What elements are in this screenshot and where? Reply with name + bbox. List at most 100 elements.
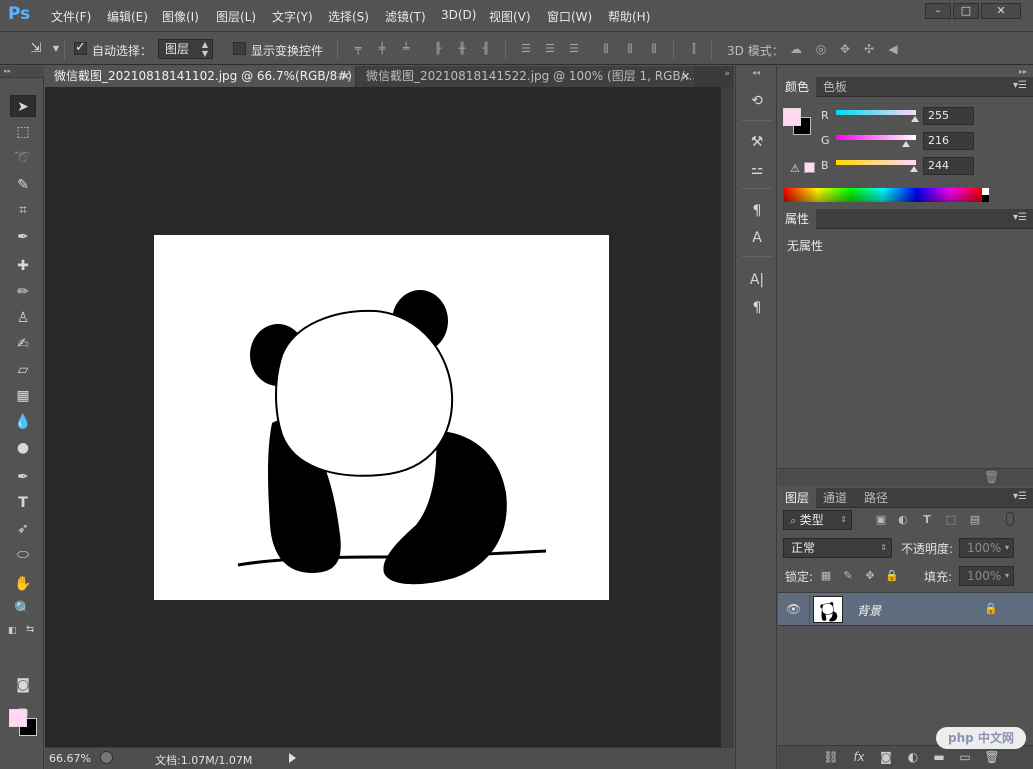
lock-transparent-icon[interactable]: ▦ bbox=[819, 569, 833, 583]
trash-icon[interactable]: 🗑 bbox=[984, 470, 999, 484]
path-selection-tool-icon[interactable]: ➶ bbox=[10, 518, 36, 540]
filter-type-icon[interactable]: T bbox=[920, 513, 934, 527]
gamut-color-swatch[interactable] bbox=[804, 162, 815, 173]
distribute-left-icon[interactable]: ⫼ bbox=[599, 43, 613, 55]
g-slider[interactable] bbox=[836, 135, 916, 140]
menu-image[interactable]: 图像(I) bbox=[162, 8, 199, 25]
lock-image-icon[interactable]: ✎ bbox=[841, 569, 855, 583]
menu-view[interactable]: 视图(V) bbox=[489, 8, 531, 25]
out-of-gamut-warning-icon[interactable]: ⚠ bbox=[790, 162, 800, 175]
filter-shape-icon[interactable]: ⬚ bbox=[944, 513, 958, 527]
layer-filter-dropdown[interactable]: ⌕ 类型 ⇕ bbox=[783, 510, 852, 530]
type-tool-icon[interactable]: T bbox=[10, 492, 36, 514]
menu-select[interactable]: 选择(S) bbox=[328, 8, 369, 25]
eyedropper-tool-icon[interactable]: ✒ bbox=[10, 226, 36, 248]
distribute-hcenter-icon[interactable]: ⫼ bbox=[623, 43, 637, 55]
default-colors-icon[interactable]: ◧ bbox=[8, 626, 17, 636]
filter-smart-object-icon[interactable]: ▤ bbox=[968, 513, 982, 527]
filter-toggle-switch[interactable] bbox=[1006, 512, 1014, 526]
ellipse-tool-icon[interactable]: ⬭ bbox=[10, 544, 36, 566]
menu-layer[interactable]: 图层(L) bbox=[216, 8, 256, 25]
tab-channels[interactable]: 通道 bbox=[816, 488, 854, 508]
tab-swatches[interactable]: 色板 bbox=[816, 77, 854, 97]
dock-collapse-icon[interactable]: ◂◂ bbox=[752, 68, 760, 77]
delete-layer-icon[interactable]: 🗑 bbox=[984, 750, 1000, 764]
fill-field[interactable]: 100% ▾ bbox=[959, 566, 1014, 586]
color-spectrum-ramp[interactable] bbox=[784, 188, 982, 202]
paragraph-styles-panel-icon[interactable]: ¶ bbox=[746, 201, 768, 221]
tool-preset-panel-icon[interactable]: ⚍ bbox=[746, 160, 768, 180]
r-value-field[interactable]: 255 bbox=[923, 107, 974, 125]
lasso-tool-icon[interactable]: ➰ bbox=[10, 147, 36, 169]
history-brush-tool-icon[interactable]: ✍ bbox=[10, 333, 36, 355]
close-window-button[interactable]: ✕ bbox=[981, 3, 1021, 19]
b-slider-thumb[interactable] bbox=[910, 166, 918, 172]
distribute-bottom-icon[interactable]: ☰ bbox=[567, 43, 581, 55]
tab-document-2[interactable]: 微信截图_20210818141522.jpg @ 100% (图层 1, RG… bbox=[357, 66, 694, 87]
paragraph-panel-icon[interactable]: ¶ bbox=[746, 298, 768, 318]
document-canvas[interactable] bbox=[154, 235, 609, 600]
panels-collapse-icon[interactable]: ▸▸ bbox=[1019, 67, 1027, 76]
hand-tool-icon[interactable]: ✋ bbox=[10, 573, 36, 595]
black-white-ramp[interactable] bbox=[982, 188, 989, 202]
pen-tool-icon[interactable]: ✒ bbox=[10, 466, 36, 488]
tab-layers[interactable]: 图层 bbox=[778, 488, 817, 508]
menu-type[interactable]: 文字(Y) bbox=[272, 8, 313, 25]
lock-all-icon[interactable]: 🔒 bbox=[885, 569, 899, 583]
tab-document-1[interactable]: 微信截图_20210818141102.jpg @ 66.7%(RGB/8#) … bbox=[45, 66, 355, 87]
new-layer-icon[interactable]: ▭ bbox=[957, 750, 973, 764]
minimize-button[interactable]: – bbox=[925, 3, 951, 19]
crop-tool-icon[interactable]: ⌗ bbox=[10, 199, 36, 221]
panel-menu-icon[interactable]: ▾☰ bbox=[1013, 80, 1027, 91]
quick-mask-icon[interactable]: ◙ bbox=[10, 674, 36, 696]
b-slider[interactable] bbox=[836, 160, 916, 165]
foreground-color-swatch[interactable] bbox=[9, 709, 27, 727]
toolbar-collapse-grip[interactable]: ▸▸ bbox=[0, 66, 44, 78]
3d-rotate-icon[interactable]: ☁ bbox=[789, 43, 803, 55]
b-value-field[interactable]: 244 bbox=[923, 157, 974, 175]
3d-pan-icon[interactable]: ✥ bbox=[838, 43, 852, 55]
menu-file[interactable]: 文件(F) bbox=[51, 8, 91, 25]
panel-menu-icon[interactable]: ▾☰ bbox=[1013, 491, 1027, 502]
share-icon[interactable] bbox=[100, 751, 113, 764]
chevron-down-icon[interactable]: ▼ bbox=[49, 43, 63, 55]
r-slider-thumb[interactable] bbox=[911, 116, 919, 122]
dodge-tool-icon[interactable]: ● bbox=[10, 437, 36, 459]
eye-icon[interactable]: 👁 bbox=[786, 602, 801, 616]
lock-position-icon[interactable]: ✥ bbox=[863, 569, 877, 583]
color-panel-foreground-swatch[interactable] bbox=[783, 108, 801, 126]
history-panel-icon[interactable]: ⟲ bbox=[746, 91, 768, 111]
healing-brush-tool-icon[interactable]: ✚ bbox=[10, 255, 36, 277]
g-value-field[interactable]: 216 bbox=[923, 132, 974, 150]
zoom-tool-icon[interactable]: 🔍 bbox=[10, 598, 36, 620]
brush-tool-icon[interactable]: ✏ bbox=[10, 281, 36, 303]
link-layers-icon[interactable]: ⛓ bbox=[823, 750, 839, 764]
align-hcenter-icon[interactable]: ╫ bbox=[455, 43, 469, 55]
3d-scale-icon[interactable]: ◀ bbox=[886, 43, 900, 55]
opacity-field[interactable]: 100% ▾ bbox=[959, 538, 1014, 558]
move-tool-icon[interactable]: ➤ bbox=[10, 95, 36, 117]
menu-3d[interactable]: 3D(D) bbox=[441, 8, 476, 22]
3d-roll-icon[interactable]: ◎ bbox=[814, 43, 828, 55]
blur-tool-icon[interactable]: 💧 bbox=[10, 411, 36, 433]
status-menu-arrow-icon[interactable] bbox=[289, 753, 296, 763]
blend-mode-dropdown[interactable]: 正常 ⇕ bbox=[783, 538, 892, 558]
panel-menu-icon[interactable]: ▾☰ bbox=[1013, 212, 1027, 223]
close-tab-icon[interactable]: ✕ bbox=[341, 70, 350, 83]
tab-color[interactable]: 颜色 bbox=[778, 77, 817, 97]
layer-name[interactable]: 背景 bbox=[857, 602, 881, 619]
layer-row-background[interactable]: 👁 背景 🔒 bbox=[778, 592, 1033, 626]
align-right-icon[interactable]: ╢ bbox=[479, 43, 493, 55]
vertical-scrollbar[interactable] bbox=[721, 87, 734, 747]
zoom-level[interactable]: 66.67% bbox=[49, 752, 91, 765]
maximize-button[interactable]: □ bbox=[953, 3, 979, 19]
align-left-icon[interactable]: ╟ bbox=[431, 43, 445, 55]
menu-window[interactable]: 窗口(W) bbox=[547, 8, 592, 25]
gradient-tool-icon[interactable]: ▦ bbox=[10, 385, 36, 407]
filter-pixel-icon[interactable]: ▣ bbox=[874, 513, 888, 527]
brush-preset-panel-icon[interactable]: ⚒ bbox=[746, 132, 768, 152]
auto-select-checkbox[interactable] bbox=[74, 40, 87, 55]
3d-slide-icon[interactable]: ✣ bbox=[862, 43, 876, 55]
auto-align-icon[interactable]: ⫿ bbox=[687, 43, 701, 55]
quick-select-tool-icon[interactable]: ✎ bbox=[10, 174, 36, 196]
